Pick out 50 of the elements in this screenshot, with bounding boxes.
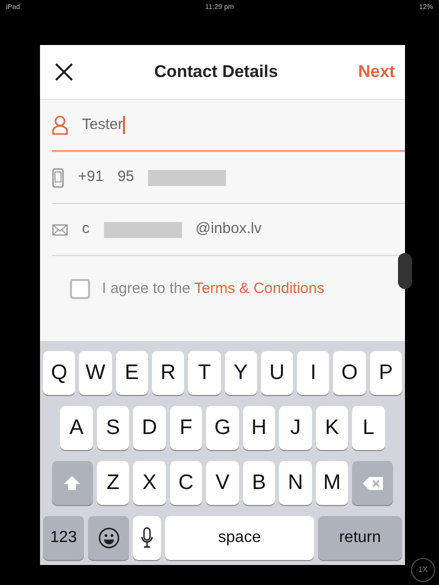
microphone-icon [141, 527, 153, 549]
scroll-handle[interactable] [398, 253, 412, 289]
key[interactable]: X [133, 461, 166, 505]
country-code: +91 [78, 167, 104, 188]
key[interactable]: V [206, 461, 239, 505]
key[interactable]: H [242, 406, 276, 450]
key[interactable]: N [279, 461, 312, 505]
key[interactable]: M [316, 461, 348, 505]
key[interactable]: O [333, 351, 366, 395]
key[interactable]: B [242, 461, 276, 505]
key[interactable]: Y [224, 351, 257, 395]
key[interactable]: K [316, 406, 348, 450]
email-domain: @inbox.lv [196, 219, 262, 240]
key[interactable]: R [152, 351, 184, 395]
key[interactable]: W [79, 351, 112, 395]
agreement-text: I agree to the Terms & Conditions [102, 279, 324, 299]
envelope-icon [52, 224, 68, 236]
key[interactable]: F [170, 406, 202, 450]
person-icon [52, 115, 68, 135]
return-key[interactable]: return [318, 516, 402, 560]
smiley-key[interactable] [88, 516, 129, 560]
field-value[interactable]: 95 [117, 166, 134, 189]
key[interactable]: J [279, 406, 312, 450]
key[interactable]: S [96, 406, 130, 450]
zoom-button[interactable]: 1X [411, 558, 435, 582]
key[interactable]: D [133, 406, 166, 450]
key[interactable]: I [297, 351, 330, 395]
checkbox[interactable] [70, 279, 90, 300]
key[interactable]: C [170, 461, 202, 505]
key[interactable]: A [60, 406, 93, 450]
key[interactable]: E [116, 351, 148, 395]
backspace-icon [362, 476, 384, 490]
key[interactable]: P [370, 351, 402, 395]
phone-icon [52, 168, 64, 188]
key[interactable]: G [206, 406, 239, 450]
field-value[interactable]: Tester [82, 114, 125, 136]
screen-title: Contact Details [154, 61, 278, 84]
key[interactable]: L [352, 406, 385, 450]
space-key[interactable]: space [165, 516, 314, 560]
key[interactable]: Z [96, 461, 130, 505]
key[interactable]: U [260, 351, 294, 395]
microphone-key[interactable] [133, 516, 161, 560]
key[interactable]: T [188, 351, 220, 395]
shift-icon [63, 475, 82, 491]
smiley-icon [98, 527, 120, 549]
key[interactable]: Q [43, 351, 76, 395]
numbers-key[interactable]: 123 [43, 516, 84, 560]
close-icon[interactable] [54, 62, 74, 82]
field-value[interactable]: c [82, 218, 90, 241]
text-cursor [122, 116, 125, 134]
